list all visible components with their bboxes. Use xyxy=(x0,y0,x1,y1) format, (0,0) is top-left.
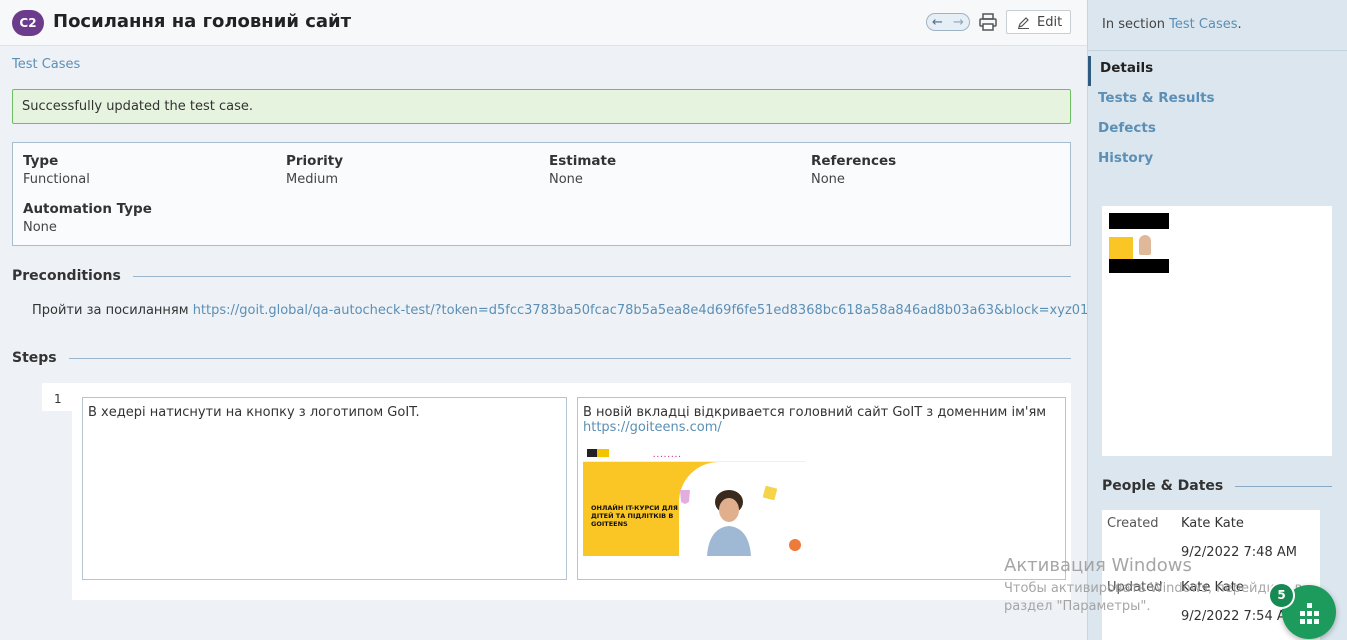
updated-label: Updated xyxy=(1107,580,1163,595)
steps-table: 1 В хедері натиснути на кнопку з логотип… xyxy=(42,383,1071,600)
section-info-suffix: . xyxy=(1237,17,1242,32)
tab-defects[interactable]: Defects xyxy=(1088,116,1347,146)
property-references: References None xyxy=(811,153,896,187)
preconditions-link[interactable]: https://goit.global/qa-autocheck-test/?t… xyxy=(193,303,1121,318)
property-label: Type xyxy=(23,153,59,169)
right-sidebar: In section Test Cases. Details Tests & R… xyxy=(1087,0,1347,640)
breadcrumb[interactable]: Test Cases xyxy=(12,57,80,72)
success-alert: Successfully updated the test case. xyxy=(12,89,1071,124)
pencil-icon xyxy=(1018,16,1029,29)
section-info-prefix: In section xyxy=(1102,17,1166,32)
property-value: None xyxy=(811,172,845,187)
property-type: Type Functional xyxy=(23,153,90,187)
property-label: Automation Type xyxy=(23,201,152,217)
steps-heading: Steps xyxy=(12,348,1071,368)
sidebar-tabs: Details Tests & Results Defects History xyxy=(1088,56,1347,176)
print-button[interactable] xyxy=(978,13,998,31)
property-value: Medium xyxy=(286,172,338,187)
main-content: C2 Посилання на головний сайт ← → Edit T… xyxy=(0,0,1121,640)
preconditions-heading: Preconditions xyxy=(12,266,1071,286)
property-priority: Priority Medium xyxy=(286,153,343,187)
goit-logo-accent xyxy=(597,449,609,457)
section-divider xyxy=(1235,485,1332,487)
teen-photo-icon xyxy=(707,490,751,556)
thumbnail-person xyxy=(1139,235,1151,255)
updated-by: Kate Kate xyxy=(1181,580,1244,595)
property-label: Priority xyxy=(286,153,343,169)
html5-icon xyxy=(680,490,690,504)
property-value: Functional xyxy=(23,172,90,187)
js-icon xyxy=(763,486,777,500)
arrow-left-icon[interactable]: ← xyxy=(932,15,943,30)
step-number: 1 xyxy=(54,392,62,406)
page-title: Посилання на головний сайт xyxy=(53,11,352,32)
screenshot-menu: • • • • • • • • xyxy=(653,454,681,459)
css-icon xyxy=(789,539,801,551)
edit-button-label: Edit xyxy=(1037,14,1063,30)
updated-at: 9/2/2022 7:54 AM xyxy=(1181,609,1297,624)
people-dates-heading: People & Dates xyxy=(1102,476,1332,496)
step-expected-link[interactable]: https://goiteens.com/ xyxy=(583,420,722,435)
section-title: People & Dates xyxy=(1102,478,1224,494)
step-screenshot[interactable]: • • • • • • • • ОНЛАЙН IT-КУРСИ ДЛЯ ДІТЕ… xyxy=(583,442,805,556)
screenshot-navbar xyxy=(583,442,805,462)
printer-icon xyxy=(979,13,997,31)
page-header: C2 Посилання на головний сайт ← → Edit xyxy=(0,0,1087,46)
property-label: References xyxy=(811,153,897,169)
step-gutter xyxy=(42,411,72,600)
property-value: None xyxy=(23,220,57,235)
properties-panel: Type Functional Priority Medium Estimate… xyxy=(12,142,1071,246)
attachment-thumbnail[interactable] xyxy=(1109,213,1169,273)
tab-tests-results[interactable]: Tests & Results xyxy=(1088,86,1347,116)
tab-history[interactable]: History xyxy=(1088,146,1347,176)
arrow-right-icon[interactable]: → xyxy=(953,15,964,30)
preconditions-text: Пройти за посиланням https://goit.global… xyxy=(32,303,1121,318)
prev-next-navigation: ← → xyxy=(926,13,970,31)
case-id-badge: C2 xyxy=(12,10,44,36)
property-estimate: Estimate None xyxy=(549,153,616,187)
step-expected-text: В новій вкладці відкривается головний са… xyxy=(583,405,1047,420)
thumbnail-hero xyxy=(1109,237,1133,259)
section-link[interactable]: Test Cases xyxy=(1169,17,1237,32)
tab-details[interactable]: Details xyxy=(1088,56,1347,86)
step-action-text: В хедері натиснути на кнопку з логотипом… xyxy=(88,405,420,420)
preconditions-label: Пройти за посиланням xyxy=(32,303,189,318)
created-at: 9/2/2022 7:48 AM xyxy=(1181,545,1297,560)
property-label: Estimate xyxy=(549,153,617,169)
sidebar-divider xyxy=(1088,50,1347,51)
notification-badge: 5 xyxy=(1268,582,1295,609)
edit-button[interactable]: Edit xyxy=(1006,10,1071,34)
created-label: Created xyxy=(1107,516,1159,531)
property-automation-type: Automation Type None xyxy=(23,201,152,235)
section-title: Steps xyxy=(12,350,57,366)
section-info: In section Test Cases. xyxy=(1102,17,1242,32)
section-title: Preconditions xyxy=(12,268,121,284)
step-action-cell[interactable]: В хедері натиснути на кнопку з логотипом… xyxy=(82,397,567,580)
screenshot-heading: ОНЛАЙН IT-КУРСИ ДЛЯ ДІТЕЙ ТА ПІДЛІТКІВ В… xyxy=(591,504,678,528)
step-expected-cell[interactable]: В новій вкладці відкривается головний са… xyxy=(577,397,1066,580)
attachments-panel xyxy=(1102,206,1332,456)
created-by: Kate Kate xyxy=(1181,516,1244,531)
property-value: None xyxy=(549,172,583,187)
section-divider xyxy=(68,357,1071,359)
grid-dots-icon xyxy=(1300,603,1319,624)
section-divider xyxy=(132,275,1071,277)
